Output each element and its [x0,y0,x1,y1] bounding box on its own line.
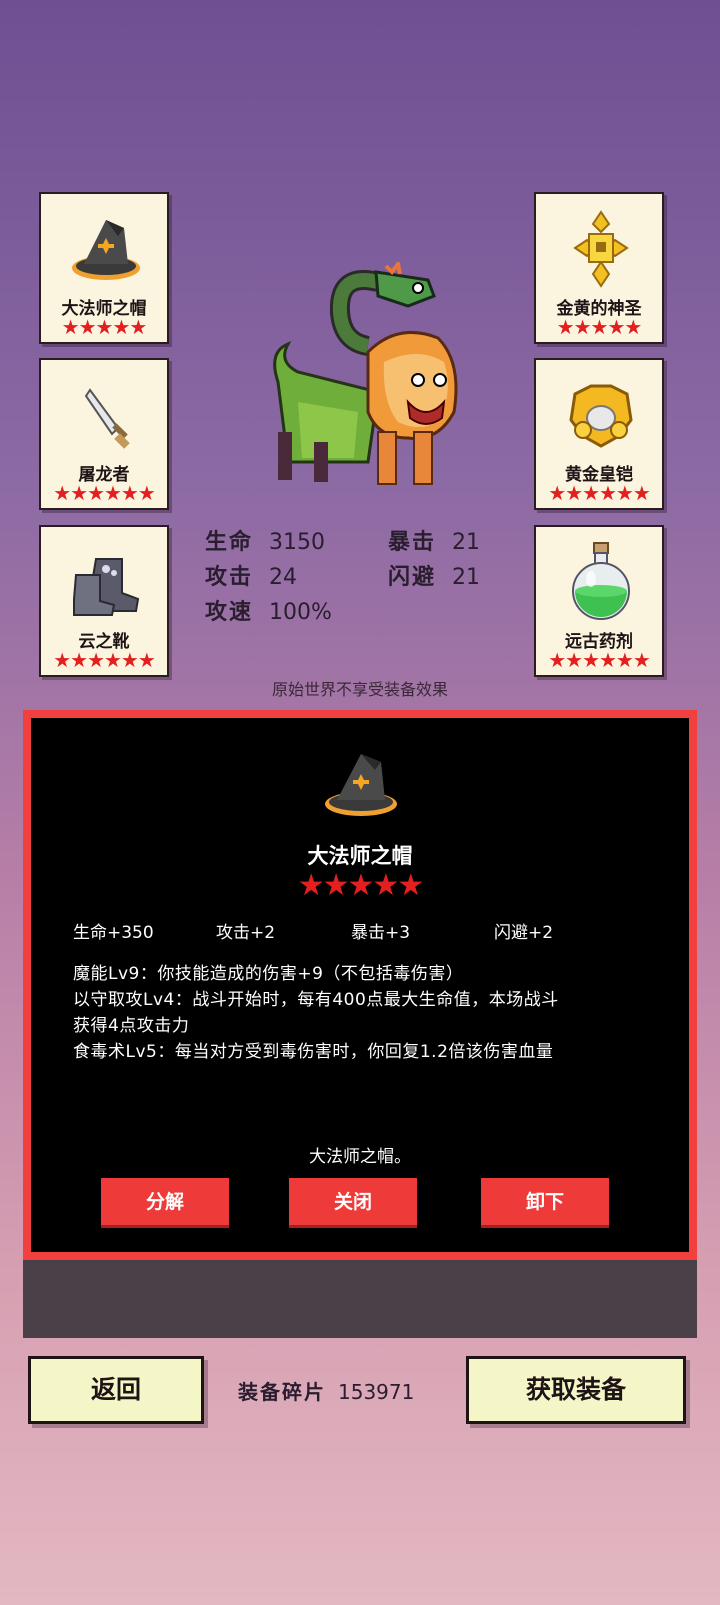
attr-hp: 生命+350 [73,923,154,943]
close-button[interactable]: 关闭 [289,1178,417,1228]
slot-amulet[interactable]: 金黄的神圣 ★★★★★ [534,192,664,344]
slot-stars: ★★★★★★ [53,648,156,672]
slot-stars: ★★★★★★ [548,648,651,672]
atk-label: 攻击 [205,565,254,590]
detail-stars: ★★★★★ [297,868,424,903]
decompose-button[interactable]: 分解 [101,1178,229,1228]
slot-hat[interactable]: 大法师之帽 ★★★★★ [39,192,169,344]
shard-counter: 装备碎片 153971 [238,1376,414,1405]
skill-line: 以守取攻Lv4：战斗开始时，每有400点最大生命值，本场战斗 [73,990,559,1010]
potion-icon [572,542,630,620]
skill-list: 魔能Lv9：你技能造成的伤害+9（不包括毒伤害） 以守取攻Lv4：战斗开始时，每… [73,961,673,1065]
character-sprite [273,262,458,485]
slot-stars: ★★★★★★ [53,481,156,505]
skill-line: 获得4点攻击力 [73,1016,190,1036]
attr-dodge: 闪避+2 [494,923,554,943]
slot-boots[interactable]: 云之靴 ★★★★★★ [39,525,169,677]
slot-weapon[interactable]: 屠龙者 ★★★★★★ [39,358,169,510]
slot-stars: ★★★★★★ [548,481,651,505]
wizard-hat-icon [325,754,397,816]
speed-label: 攻速 [205,600,254,625]
speed-value: 100% [269,600,332,625]
gold-cross-icon [573,210,629,288]
slot-potion[interactable]: 远古药剂 ★★★★★★ [534,525,664,677]
hp-label: 生命 [205,530,254,555]
dodge-value: 21 [452,565,481,590]
wizard-hat-icon [72,220,140,280]
equipment-detail-panel: 大法师之帽 ★★★★★ 生命+350 攻击+2 暴击+3 闪避+2 魔能Lv9：… [23,710,697,1260]
boots-icon [73,558,140,616]
gold-armor-icon [569,384,633,448]
dagger-icon [84,388,130,449]
attr-atk: 攻击+2 [216,923,276,943]
atk-value: 24 [269,565,298,590]
crit-value: 21 [452,530,481,555]
skill-line: 食毒术Lv5：每当对方受到毒伤害时，你回复1.2倍该伤害血量 [73,1042,554,1062]
slot-armor[interactable]: 黄金皇铠 ★★★★★★ [534,358,664,510]
slot-stars: ★★★★★ [556,315,643,339]
detail-title: 大法师之帽 [307,844,413,868]
shards-label: 装备碎片 [238,1380,326,1404]
slot-stars: ★★★★★ [61,315,148,339]
attr-crit: 暴击+3 [351,923,411,943]
back-button[interactable]: 返回 [28,1356,204,1424]
shards-value: 153971 [338,1380,415,1404]
hp-value: 3150 [269,530,326,555]
item-description: 大法师之帽。 [309,1147,411,1167]
unequip-button[interactable]: 卸下 [481,1178,609,1228]
dodge-label: 闪避 [388,565,437,590]
crit-label: 暴击 [388,530,437,555]
equipment-note: 原始世界不享受装备效果 [271,680,448,699]
skill-line: 魔能Lv9：你技能造成的伤害+9（不包括毒伤害） [73,964,464,984]
get-equipment-button[interactable]: 获取装备 [466,1356,686,1424]
